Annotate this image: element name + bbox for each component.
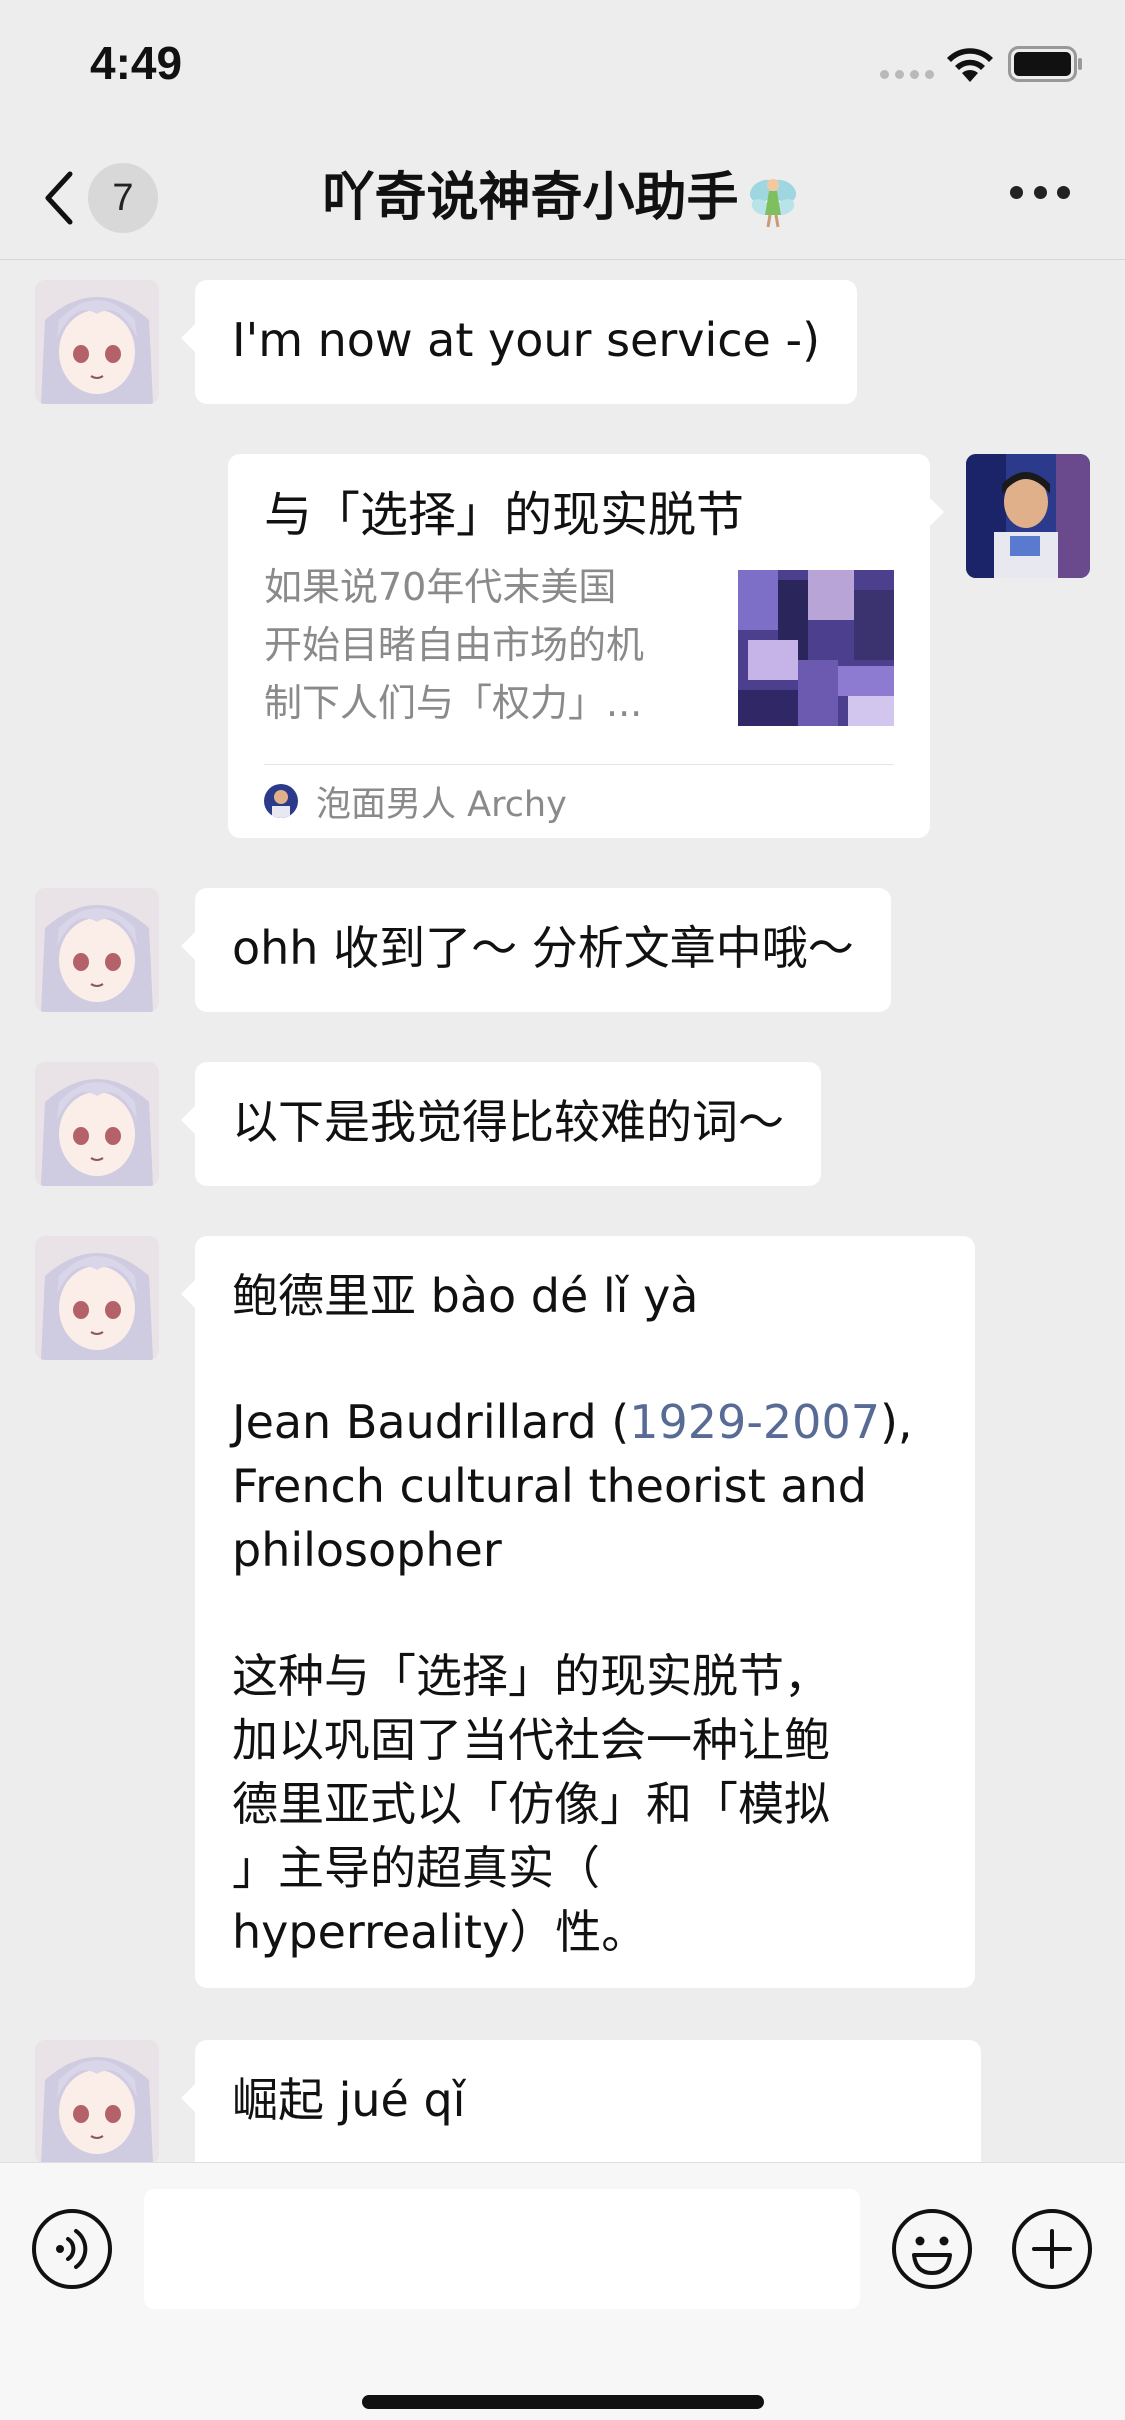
vocab-message-bubble[interactable]: 鲍德里亚 bào dé lǐ yà Jean Baudrillard (1929…	[181, 1236, 975, 1988]
wifi-icon	[947, 48, 993, 82]
article-source-name: 泡面男人 Archy	[316, 784, 567, 825]
more-dots-icon	[1010, 186, 1023, 199]
message-bubble[interactable]: 崛起 jué qǐ	[181, 2040, 981, 2162]
bot-avatar[interactable]	[35, 2040, 159, 2162]
user-avatar[interactable]	[966, 454, 1090, 578]
vocab-example-sentence: 这种与「选择」的现实脱节， 加以巩固了当代社会一种让鲍 德里亚式以「仿像」和「模…	[232, 1649, 830, 1959]
article-source: 泡面男人 Archy	[264, 772, 567, 830]
vocab-word: 鲍德里亚 bào dé lǐ yà	[232, 1269, 699, 1323]
bot-avatar[interactable]	[35, 888, 159, 1012]
article-title: 与「选择」的现实脱节	[264, 487, 745, 543]
back-chevron-icon	[45, 171, 73, 225]
input-bar	[0, 2162, 1125, 2420]
shared-article-card[interactable]: 与「选择」的现实脱节 如果说70年代末美国 开始目睹自由市场的机 制下人们与「权…	[228, 454, 944, 838]
battery-icon	[1008, 46, 1082, 82]
cellular-signal-icon	[880, 70, 934, 79]
message-bubble[interactable]: 以下是我觉得比较难的词～	[181, 1062, 821, 1186]
bot-avatar[interactable]	[35, 1062, 159, 1186]
more-options-button[interactable]	[1010, 186, 1070, 202]
article-thumbnail	[738, 570, 894, 726]
date-link[interactable]: 1929-2007	[629, 1395, 880, 1449]
message-bubble[interactable]: I'm now at your service -)	[180, 280, 858, 404]
chat-title: 吖奇说神奇小助手	[200, 162, 925, 234]
definition-text: Jean Baudrillard (	[232, 1395, 630, 1449]
unread-count-badge: 7	[88, 163, 158, 233]
nav-bar: 7 吖奇说神奇小助手	[0, 132, 1125, 260]
chat-title-text: 吖奇说神奇小助手	[322, 168, 739, 228]
home-indicator[interactable]	[362, 2395, 764, 2409]
back-button[interactable]: 7	[40, 162, 180, 234]
status-bar: 4:49	[0, 0, 1125, 132]
emoji-icon[interactable]	[890, 2207, 974, 2291]
message-bubble[interactable]: ohh 收到了～ 分析文章中哦～	[181, 888, 891, 1012]
bot-avatar[interactable]	[35, 1236, 159, 1360]
message-input[interactable]	[144, 2189, 860, 2309]
plus-icon[interactable]	[1010, 2207, 1094, 2291]
vocab-definition: Jean Baudrillard (1929-2007), French cul…	[232, 1390, 938, 1582]
status-time: 4:49	[90, 37, 183, 89]
bot-avatar[interactable]	[35, 280, 159, 404]
source-avatar	[264, 784, 298, 818]
chat-message-list[interactable]: I'm now at your service -) 与「选择」的现实脱节 如果…	[0, 262, 1125, 2162]
chat-screen: 4:49 7 吖奇说神奇小助手 I'm now at your service …	[0, 0, 1125, 2420]
fairy-icon	[749, 179, 796, 228]
article-summary: 如果说70年代末美国 开始目睹自由市场的机 制下人们与「权力」...	[264, 565, 645, 725]
voice-icon[interactable]	[30, 2207, 114, 2291]
article-divider	[264, 764, 894, 765]
